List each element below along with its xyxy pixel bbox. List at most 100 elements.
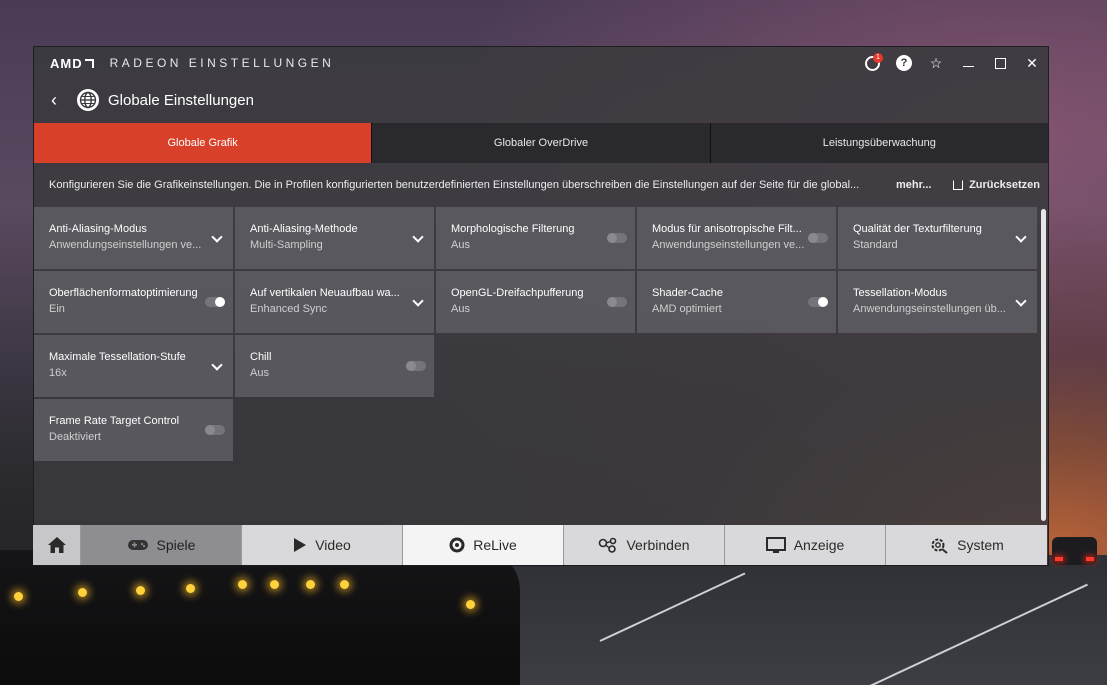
nav-label: Video	[315, 537, 351, 553]
toggle-switch[interactable]	[808, 233, 828, 243]
notification-badge: 1	[873, 53, 883, 63]
globe-icon	[77, 89, 99, 111]
chevron-down-icon	[1015, 295, 1027, 307]
setting-title: Auf vertikalen Neuaufbau wa...	[250, 287, 400, 299]
toggle-switch[interactable]	[808, 297, 828, 307]
scrollbar[interactable]	[1041, 209, 1046, 521]
nav-video[interactable]: Video	[242, 525, 403, 565]
close-button[interactable]: ✕	[1016, 47, 1048, 79]
chevron-down-icon	[412, 231, 424, 243]
setting-title: Morphologische Filterung	[451, 223, 575, 235]
setting-title: OpenGL-Dreifachpufferung	[451, 287, 584, 299]
radeon-settings-window: AMD RADEON EINSTELLUNGEN 1 ? ☆ ✕ ‹ Globa…	[33, 46, 1049, 566]
truck-light	[340, 580, 349, 589]
setting-title: Oberflächenformatoptimierung	[49, 287, 198, 299]
setting-value: Enhanced Sync	[250, 303, 328, 315]
tab-global-graphics[interactable]: Globale Grafik	[34, 123, 373, 163]
setting-value: Standard	[853, 239, 898, 251]
setting-wait-for-vertical-refresh[interactable]: Auf vertikalen Neuaufbau wa... Enhanced …	[235, 271, 434, 333]
truck-light	[306, 580, 315, 589]
toggle-switch[interactable]	[205, 297, 225, 307]
setting-anisotropic-filtering-mode[interactable]: Modus für anisotropische Filt... Anwendu…	[637, 207, 836, 269]
setting-title: Anti-Aliasing-Methode	[250, 223, 358, 235]
favorite-button[interactable]: ☆	[920, 47, 952, 79]
chevron-down-icon	[211, 359, 223, 371]
relive-icon	[449, 537, 465, 553]
setting-anti-aliasing-method[interactable]: Anti-Aliasing-Methode Multi-Sampling	[235, 207, 434, 269]
bottom-navigation: Spiele Video ReLive Verbinden Anzeige Sy…	[33, 525, 1049, 565]
setting-title: Modus für anisotropische Filt...	[652, 223, 802, 235]
app-title: RADEON EINSTELLUNGEN	[109, 56, 335, 70]
setting-morphological-filtering[interactable]: Morphologische Filterung Aus	[436, 207, 635, 269]
connect-icon	[598, 537, 618, 553]
amd-logo-text: AMD	[50, 55, 83, 71]
setting-title: Qualität der Texturfilterung	[853, 223, 982, 235]
car-taillight	[1055, 557, 1063, 561]
setting-anti-aliasing-mode[interactable]: Anti-Aliasing-Modus Anwendungseinstellun…	[34, 207, 233, 269]
truck-light	[14, 592, 23, 601]
road	[420, 555, 1107, 685]
nav-connect[interactable]: Verbinden	[564, 525, 725, 565]
help-button[interactable]: ?	[888, 47, 920, 79]
setting-value: Ein	[49, 303, 65, 315]
truck-light	[466, 600, 475, 609]
setting-max-tessellation-level[interactable]: Maximale Tessellation-Stufe 16x	[34, 335, 233, 397]
title-bar[interactable]: AMD RADEON EINSTELLUNGEN 1 ? ☆ ✕	[34, 47, 1048, 79]
setting-title: Anti-Aliasing-Modus	[49, 223, 147, 235]
chevron-down-icon	[211, 231, 223, 243]
setting-value: Anwendungseinstellungen üb...	[853, 303, 1006, 315]
page-header: ‹ Globale Einstellungen	[34, 79, 1048, 121]
toggle-switch[interactable]	[406, 361, 426, 371]
tab-performance-monitoring[interactable]: Leistungsüberwachung	[710, 123, 1048, 163]
nav-label: Verbinden	[626, 537, 690, 553]
page-title: Globale Einstellungen	[108, 91, 254, 109]
info-bar: Konfigurieren Sie die Grafikeinstellunge…	[34, 163, 1048, 207]
reset-icon	[953, 180, 964, 190]
truck-light	[270, 580, 279, 589]
setting-title: Chill	[250, 351, 272, 363]
reset-button[interactable]: Zurücksetzen	[953, 179, 1040, 191]
setting-frame-rate-target-control[interactable]: Frame Rate Target Control Deaktiviert	[34, 399, 233, 461]
reset-label: Zurücksetzen	[969, 179, 1040, 191]
nav-label: System	[957, 537, 1004, 553]
nav-label: ReLive	[473, 537, 517, 553]
chevron-down-icon	[1015, 231, 1027, 243]
setting-shader-cache[interactable]: Shader-Cache AMD optimiert	[637, 271, 836, 333]
nav-games[interactable]: Spiele	[81, 525, 242, 565]
setting-value: 16x	[49, 367, 67, 379]
setting-value: AMD optimiert	[652, 303, 722, 315]
system-gear-icon	[929, 536, 949, 554]
setting-value: Aus	[451, 239, 470, 251]
setting-tessellation-mode[interactable]: Tessellation-Modus Anwendungseinstellung…	[838, 271, 1037, 333]
more-link[interactable]: mehr...	[896, 179, 931, 191]
close-icon: ✕	[1026, 54, 1038, 71]
toggle-switch[interactable]	[607, 233, 627, 243]
setting-title: Tessellation-Modus	[853, 287, 948, 299]
toggle-switch[interactable]	[607, 297, 627, 307]
toggle-knob	[205, 425, 215, 435]
nav-system[interactable]: System	[886, 525, 1047, 565]
nav-home[interactable]	[33, 525, 81, 565]
setting-chill[interactable]: Chill Aus	[235, 335, 434, 397]
setting-opengl-triple-buffering[interactable]: OpenGL-Dreifachpufferung Aus	[436, 271, 635, 333]
home-icon	[47, 537, 66, 553]
star-icon: ☆	[929, 54, 943, 71]
maximize-button[interactable]	[984, 47, 1016, 79]
car-taillight	[1086, 557, 1094, 561]
setting-value: Aus	[451, 303, 470, 315]
minimize-button[interactable]	[952, 47, 984, 79]
setting-value: Multi-Sampling	[250, 239, 323, 251]
tab-global-overdrive[interactable]: Globaler OverDrive	[372, 123, 711, 163]
chevron-left-icon: ‹	[51, 89, 57, 110]
display-icon	[765, 536, 786, 554]
setting-title: Shader-Cache	[652, 287, 723, 299]
gamepad-icon	[127, 538, 149, 552]
toggle-switch[interactable]	[205, 425, 225, 435]
back-button[interactable]: ‹	[44, 88, 64, 112]
setting-texture-filtering-quality[interactable]: Qualität der Texturfilterung Standard	[838, 207, 1037, 269]
notifications-button[interactable]: 1	[856, 47, 888, 79]
setting-surface-format-optimization[interactable]: Oberflächenformatoptimierung Ein	[34, 271, 233, 333]
nav-display[interactable]: Anzeige	[725, 525, 886, 565]
nav-relive[interactable]: ReLive	[403, 525, 564, 565]
title-bar-actions: 1 ? ☆ ✕	[856, 47, 1048, 79]
